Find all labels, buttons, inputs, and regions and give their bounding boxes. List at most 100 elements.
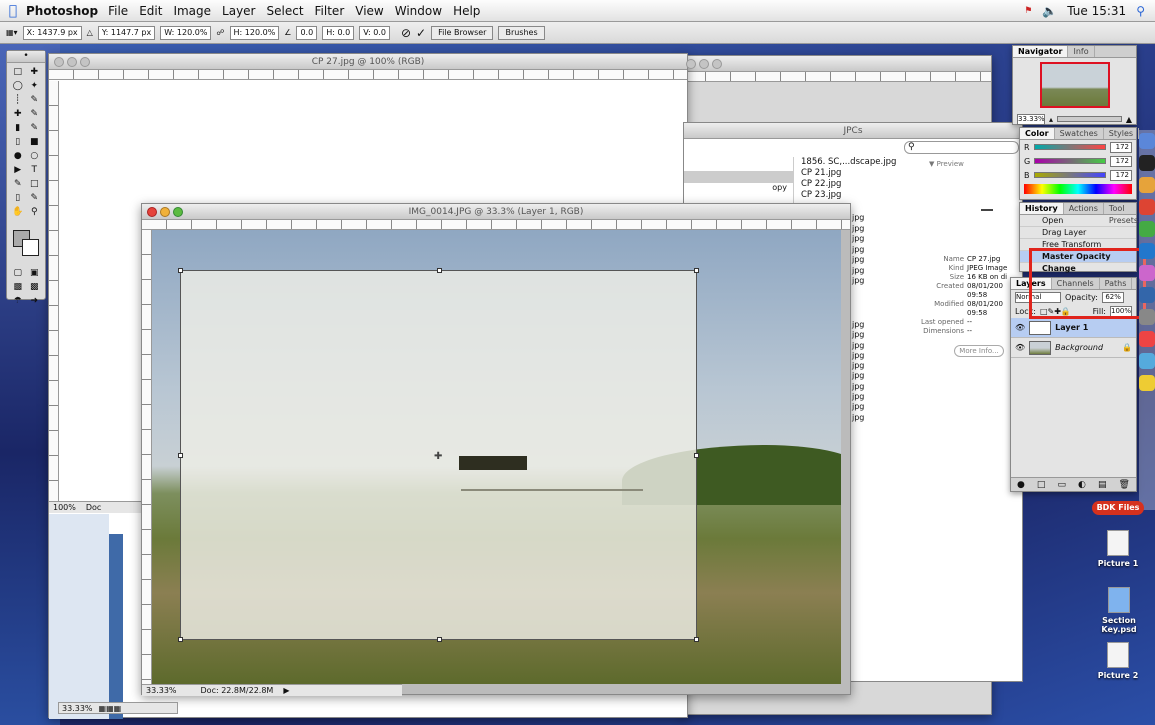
- preview-header[interactable]: ▼ Preview: [929, 160, 964, 168]
- eyedropper-tool-icon[interactable]: ✎: [27, 192, 43, 205]
- volume-icon[interactable]: 🔈: [1042, 4, 1057, 18]
- dock-app-icon[interactable]: [1139, 221, 1155, 237]
- height-field[interactable]: H: 120.0%: [229, 25, 280, 40]
- background-window-titlebar[interactable]: [681, 56, 991, 72]
- menu-filter[interactable]: Filter: [315, 4, 345, 18]
- imageready-icon[interactable]: ☂: [10, 295, 26, 308]
- color-swatches[interactable]: [13, 230, 39, 256]
- x-field[interactable]: X: 1437.9 px: [22, 25, 82, 40]
- clock[interactable]: Tue 15:31: [1067, 4, 1126, 18]
- eye-icon[interactable]: 👁: [1015, 323, 1025, 332]
- brushes-tab[interactable]: Brushes: [498, 25, 545, 40]
- app-menu[interactable]: Photoshop: [26, 4, 98, 18]
- desktop-icon-picture-2[interactable]: Picture 2: [1088, 642, 1148, 680]
- dock-app-icon[interactable]: [1139, 353, 1155, 369]
- eraser-tool-icon[interactable]: ▯: [10, 136, 26, 149]
- file-browser-tab[interactable]: File Browser: [431, 25, 494, 40]
- standard-mode-icon[interactable]: ▢: [10, 267, 26, 280]
- file-item[interactable]: CP 23.jpg: [801, 190, 911, 201]
- pen-tool-icon[interactable]: ✎: [10, 178, 26, 191]
- b-value[interactable]: 172: [1110, 169, 1132, 181]
- file-item[interactable]: CP 22.jpg: [801, 179, 911, 190]
- vskew-field[interactable]: V: 0.0: [359, 25, 390, 40]
- zoom-button[interactable]: [173, 206, 183, 217]
- file-item[interactable]: jpg: [852, 361, 864, 371]
- brush-tool-icon[interactable]: ✎: [27, 108, 43, 121]
- zoom-in-icon[interactable]: ▲: [1126, 115, 1132, 124]
- commit-transform-icon[interactable]: ✓: [416, 26, 426, 40]
- close-button[interactable]: [147, 206, 157, 217]
- tab-tool-presets[interactable]: Tool Presets: [1104, 203, 1145, 225]
- history-item[interactable]: Drag Layer: [1020, 227, 1136, 239]
- bl-zoom[interactable]: 33.33%: [62, 704, 93, 713]
- dodge-tool-icon[interactable]: ○: [27, 150, 43, 163]
- marquee-tool-icon[interactable]: □: [10, 66, 26, 79]
- r-slider[interactable]: [1033, 144, 1106, 150]
- jump-icon[interactable]: ➜: [27, 295, 43, 308]
- width-field[interactable]: W: 120.0%: [160, 25, 212, 40]
- bg-doc-titlebar[interactable]: CP 27.jpg @ 100% (RGB): [49, 54, 687, 70]
- b-slider[interactable]: [1033, 172, 1106, 178]
- zoom-slider[interactable]: [1057, 116, 1122, 122]
- history-brush-icon[interactable]: ✎: [27, 122, 43, 135]
- tab-actions[interactable]: Actions: [1064, 203, 1104, 214]
- heal-tool-icon[interactable]: ✚: [10, 108, 26, 121]
- main-zoom-field[interactable]: 33.33%: [146, 686, 177, 695]
- type-tool-icon[interactable]: T: [27, 164, 43, 177]
- screen-mode-2-icon[interactable]: ▩: [27, 281, 43, 294]
- dock-app-icon[interactable]: [1139, 309, 1155, 325]
- dock-app-icon[interactable]: [1139, 177, 1155, 193]
- folder-copy[interactable]: opy: [684, 183, 793, 192]
- desktop-icon-picture-1[interactable]: Picture 1: [1088, 530, 1148, 568]
- g-value[interactable]: 172: [1110, 155, 1132, 167]
- file-item[interactable]: jpg: [852, 255, 864, 266]
- tab-color[interactable]: Color: [1020, 128, 1055, 139]
- toolbox-title[interactable]: •: [7, 51, 45, 63]
- gradient-tool-icon[interactable]: ■: [27, 136, 43, 149]
- apple-icon[interactable]: : [0, 3, 26, 19]
- window-controls[interactable]: [147, 206, 183, 217]
- bdk-files-badge[interactable]: BDK Files: [1092, 501, 1144, 515]
- file-item[interactable]: jpg: [852, 245, 864, 256]
- zoom-out-icon[interactable]: ▴: [1049, 115, 1053, 124]
- mask-icon[interactable]: □: [1037, 480, 1046, 490]
- dock-app-icon[interactable]: [1139, 265, 1155, 281]
- r-value[interactable]: 172: [1110, 141, 1132, 153]
- dock-app-icon[interactable]: [1139, 287, 1155, 303]
- layer-1-overlay[interactable]: ✚: [178, 268, 699, 642]
- file-item[interactable]: CP 21.jpg: [801, 168, 911, 179]
- menu-select[interactable]: Select: [267, 4, 304, 18]
- bl-icons[interactable]: ▦▦▦: [99, 704, 122, 713]
- file-item[interactable]: jpg: [852, 382, 864, 392]
- flag-icon[interactable]: ⚑: [1024, 6, 1032, 16]
- folder-row-selected[interactable]: [684, 171, 793, 183]
- lasso-tool-icon[interactable]: ◯: [10, 80, 26, 93]
- trash-icon[interactable]: 🗑: [1119, 480, 1130, 490]
- hand-tool-icon[interactable]: ✋: [10, 206, 26, 219]
- file-item[interactable]: jpg: [852, 224, 864, 235]
- file-item[interactable]: jpg: [852, 266, 864, 277]
- file-item[interactable]: jpg: [852, 330, 864, 340]
- menu-view[interactable]: View: [355, 4, 383, 18]
- adjustment-icon[interactable]: ◐: [1078, 480, 1086, 490]
- folder-icon[interactable]: ▭: [1057, 480, 1066, 490]
- g-slider[interactable]: [1034, 158, 1106, 164]
- browser-search[interactable]: ⚲: [904, 141, 1019, 154]
- status-menu-icon[interactable]: ▶: [283, 686, 289, 695]
- menu-layer[interactable]: Layer: [222, 4, 255, 18]
- dock-app-icon[interactable]: [1139, 155, 1155, 171]
- file-item[interactable]: jpg: [852, 341, 864, 351]
- notes-tool-icon[interactable]: ▯: [10, 192, 26, 205]
- menu-help[interactable]: Help: [453, 4, 480, 18]
- file-item[interactable]: 1856. SC,...dscape.jpg: [801, 157, 911, 168]
- menu-file[interactable]: File: [108, 4, 128, 18]
- tab-styles[interactable]: Styles: [1104, 128, 1140, 139]
- screen-mode-1-icon[interactable]: ▩: [10, 281, 26, 294]
- file-browser-titlebar[interactable]: JPCs: [684, 123, 1022, 139]
- tab-navigator[interactable]: Navigator: [1013, 46, 1069, 57]
- tool-preset-icon[interactable]: ▦▾: [6, 28, 18, 37]
- dock-app-icon[interactable]: [1139, 243, 1155, 259]
- file-item[interactable]: jpg: [852, 402, 864, 412]
- color-spectrum[interactable]: [1024, 184, 1132, 194]
- file-item[interactable]: jpg: [852, 371, 864, 381]
